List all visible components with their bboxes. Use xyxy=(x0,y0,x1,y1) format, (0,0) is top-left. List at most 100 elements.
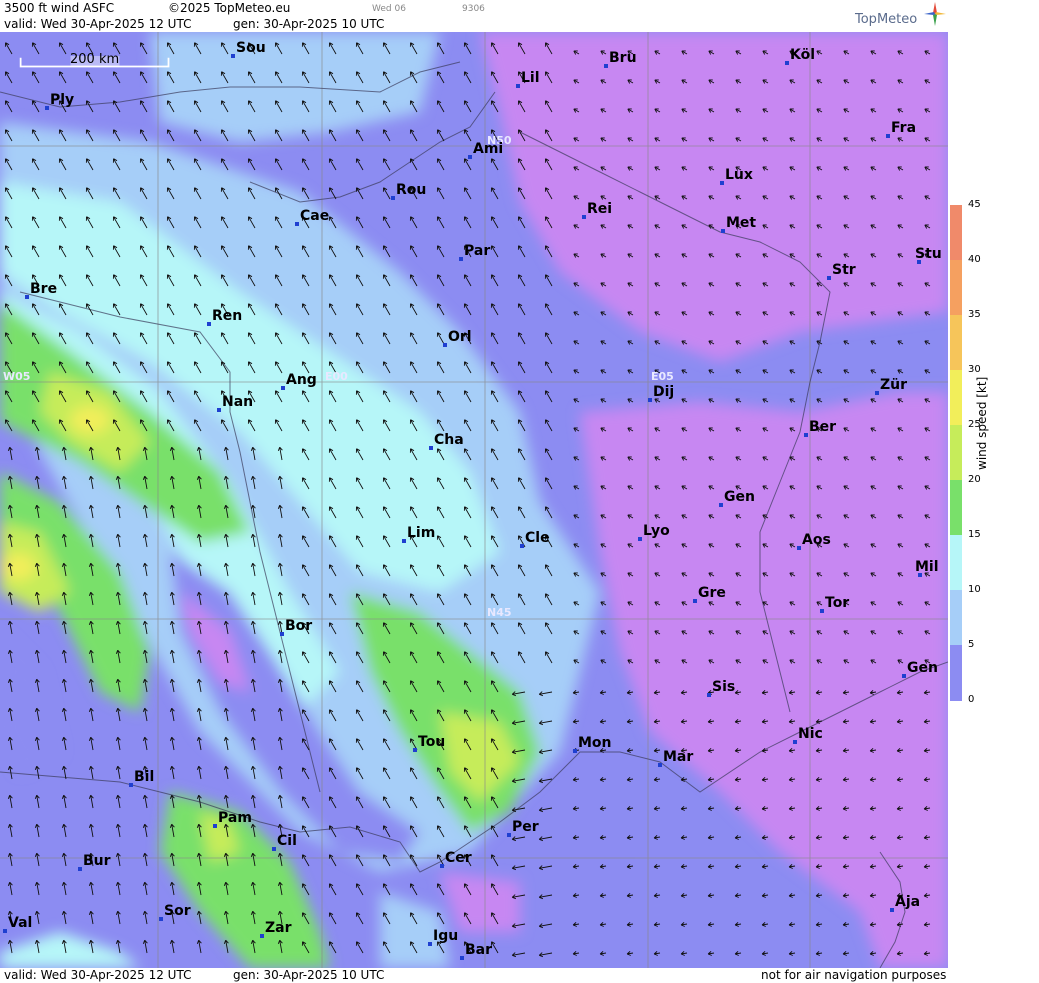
colorbar-tick-label: 5 xyxy=(968,639,975,650)
generation-time: gen: 30-Apr-2025 10 UTC xyxy=(233,17,385,31)
grid-label-w05: W05 xyxy=(3,370,31,383)
city-marker xyxy=(129,783,133,787)
city-marker xyxy=(260,934,264,938)
city-marker xyxy=(25,295,29,299)
city-marker xyxy=(886,134,890,138)
city-marker xyxy=(428,942,432,946)
city-marker xyxy=(231,54,235,58)
city-marker xyxy=(638,537,642,541)
city-label: Val xyxy=(8,915,33,931)
city-marker xyxy=(159,917,163,921)
colorbar-tick-label: 45 xyxy=(968,199,981,210)
colorbar-segment xyxy=(950,590,962,646)
city-label: Cae xyxy=(300,208,330,224)
city-label: Nic xyxy=(798,726,823,742)
colorbar-segment xyxy=(950,535,962,591)
city-marker xyxy=(720,181,724,185)
city-label: Lux xyxy=(725,167,753,183)
city-label: Gre xyxy=(698,585,726,601)
city-label: Orl xyxy=(448,329,472,345)
city-label: Met xyxy=(726,215,757,231)
city-label: Cha xyxy=(434,432,464,448)
colorbar-segment xyxy=(950,645,962,701)
city-label: Str xyxy=(832,262,856,278)
city-label: Zür xyxy=(880,377,908,393)
grid-label-n45: N45 xyxy=(487,606,512,619)
city-marker xyxy=(272,847,276,851)
colorbar-tick-label: 40 xyxy=(968,254,981,265)
city-label: Ber xyxy=(809,419,837,435)
city-marker xyxy=(516,84,520,88)
city-label: Zar xyxy=(265,920,292,936)
city-marker xyxy=(820,609,824,613)
city-marker xyxy=(604,64,608,68)
city-marker xyxy=(707,693,711,697)
city-marker xyxy=(45,106,49,110)
grid-label-e05: E05 xyxy=(651,370,674,383)
colorbar-tick-label: 10 xyxy=(968,584,981,595)
city-marker xyxy=(793,740,797,744)
city-label: Cle xyxy=(525,530,550,546)
city-label: Fra xyxy=(891,120,917,136)
city-label: Gen xyxy=(724,489,755,505)
city-label: Cil xyxy=(277,833,297,849)
city-marker xyxy=(413,748,417,752)
city-marker xyxy=(280,632,284,636)
city-marker xyxy=(827,276,831,280)
run-day-label: Wed 06 xyxy=(372,4,406,14)
city-label: Aja xyxy=(895,894,921,910)
grid-label-e00: E00 xyxy=(325,370,348,383)
city-marker xyxy=(804,433,808,437)
colorbar-tick-label: 0 xyxy=(968,694,975,705)
colorbar-tick-label: 20 xyxy=(968,474,981,485)
city-label: Sou xyxy=(236,40,266,56)
city-marker xyxy=(658,763,662,767)
copyright-text: ©2025 TopMeteo.eu xyxy=(168,1,291,15)
city-label: Dij xyxy=(653,384,675,400)
city-label: Ren xyxy=(212,308,243,324)
city-label: Mil xyxy=(915,559,939,575)
city-label: Nan xyxy=(222,394,254,410)
disclaimer: not for air navigation purposes xyxy=(761,968,947,982)
city-marker xyxy=(440,864,444,868)
city-label: Sis xyxy=(712,679,736,695)
map-footer: valid: Wed 30-Apr-2025 12 UTC gen: 30-Ap… xyxy=(0,968,948,983)
colorbar-segment xyxy=(950,480,962,536)
city-label: Stu xyxy=(915,246,942,262)
city-label: Mon xyxy=(578,735,612,751)
city-marker xyxy=(468,155,472,159)
city-marker xyxy=(207,322,211,326)
colorbar-tick-label: 35 xyxy=(968,309,981,320)
city-marker xyxy=(295,222,299,226)
city-label: Bor xyxy=(285,618,313,634)
city-label: Ply xyxy=(50,92,75,108)
product-title: 3500 ft wind ASFC xyxy=(4,1,115,15)
map-header: 3500 ft wind ASFC ©2025 TopMeteo.eu Wed … xyxy=(0,0,948,32)
city-marker xyxy=(213,824,217,828)
colorbar-segment xyxy=(950,370,962,426)
city-marker xyxy=(3,929,7,933)
scale-bar-label: 200 km xyxy=(70,52,120,67)
city-label: Aos xyxy=(802,532,831,548)
compass-star-icon xyxy=(924,2,946,26)
city-label: Bre xyxy=(30,281,58,297)
city-label: Bil xyxy=(134,769,155,785)
city-label: Pam xyxy=(218,810,252,826)
city-label: Rei xyxy=(587,201,613,217)
wind-map[interactable] xyxy=(0,32,948,968)
city-label: Igu xyxy=(433,928,459,944)
city-marker xyxy=(507,833,511,837)
city-label: Mar xyxy=(663,749,694,765)
city-label: Lim xyxy=(407,525,436,541)
city-marker xyxy=(582,215,586,219)
city-label: Ang xyxy=(286,372,317,388)
city-marker xyxy=(78,867,82,871)
city-label: Gen xyxy=(907,660,938,676)
city-label: Bru xyxy=(609,50,637,66)
city-marker xyxy=(391,196,395,200)
city-label: Tou xyxy=(418,734,446,750)
run-code-label: 9306 xyxy=(462,4,485,14)
colorbar-tick-label: 15 xyxy=(968,529,981,540)
city-label: Köl xyxy=(790,47,816,63)
topmeteo-logo: TopMeteo xyxy=(855,12,918,27)
